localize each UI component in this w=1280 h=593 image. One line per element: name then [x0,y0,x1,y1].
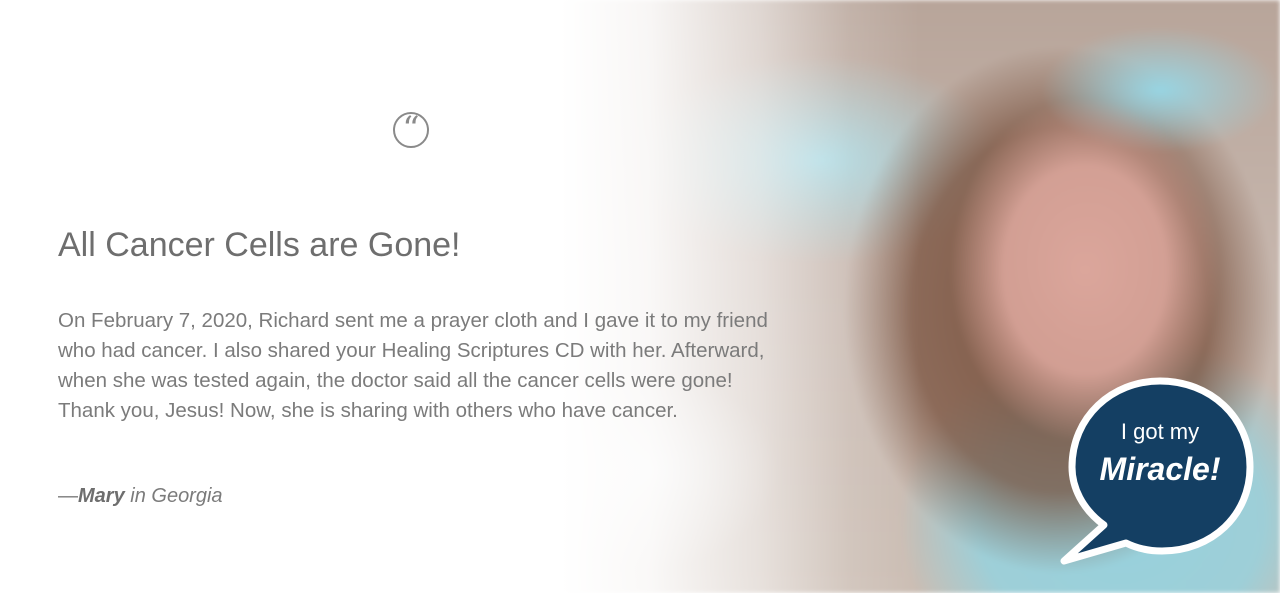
testimonial-attribution: —Mary in Georgia [58,485,223,508]
testimonial-body: On February 7, 2020, Richard sent me a p… [58,309,768,422]
badge-line2: Miracle! [1099,451,1221,487]
badge-line1: I got my [1120,419,1200,444]
attribution-location: in Georgia [124,485,223,507]
testimonial-hero: “ All Cancer Cells are Gone! On February… [0,0,1280,593]
miracle-badge[interactable]: I got my Miracle! [1060,375,1260,570]
quote-icon: “ [393,112,429,148]
attribution-name: Mary [78,485,125,507]
testimonial-title: All Cancer Cells are Gone! [58,226,461,264]
attribution-dash: — [58,485,78,507]
